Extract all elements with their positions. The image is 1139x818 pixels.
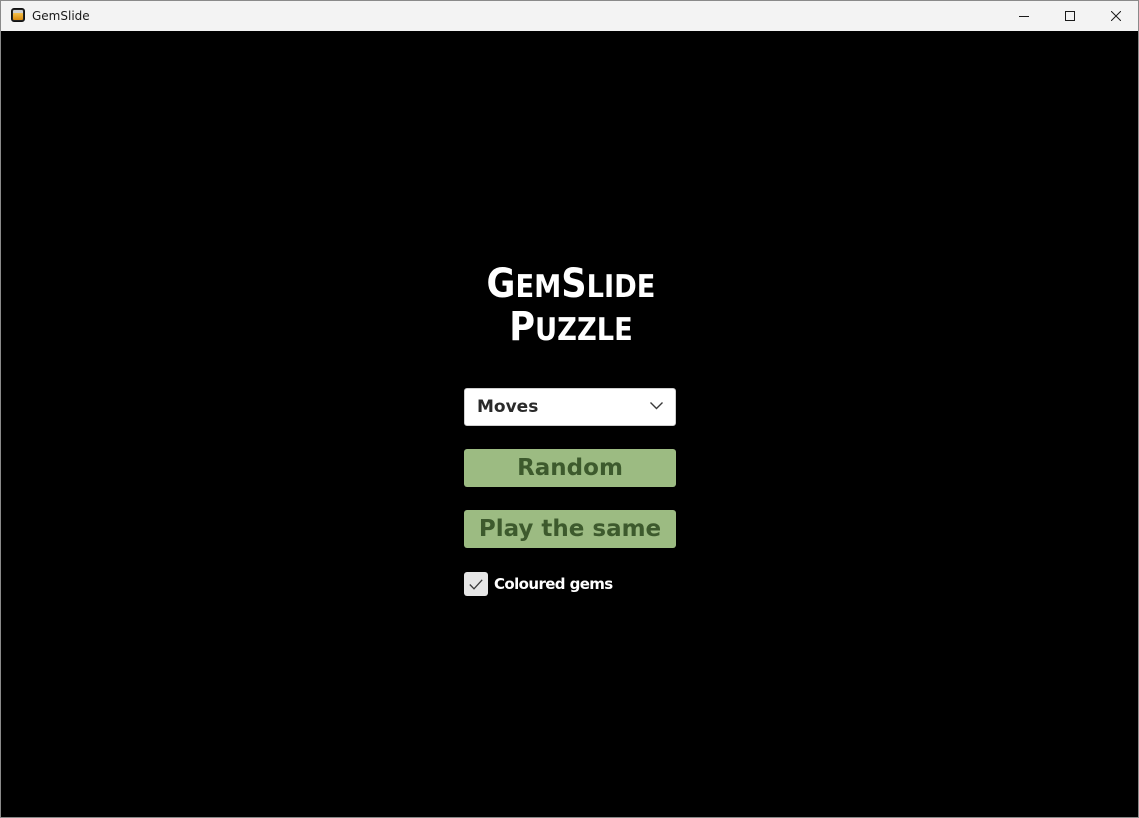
close-button[interactable]	[1093, 1, 1138, 31]
maximize-button[interactable]	[1047, 1, 1093, 31]
logo-line-1: GEMSLIDE	[486, 261, 656, 307]
random-button[interactable]: Random	[464, 449, 676, 487]
window-title: GemSlide	[32, 9, 90, 23]
app-window: GemSlide GEMSLIDE PUZZLE Moves Random Pl…	[0, 0, 1139, 818]
mode-select-value: Moves	[477, 397, 539, 417]
minimize-icon	[1019, 16, 1029, 17]
game-logo: GEMSLIDE PUZZLE	[467, 264, 675, 350]
title-bar[interactable]: GemSlide	[1, 1, 1138, 31]
chevron-down-icon	[650, 402, 663, 410]
minimize-button[interactable]	[1001, 1, 1047, 31]
logo-line-2: PUZZLE	[509, 304, 633, 350]
play-same-button[interactable]: Play the same	[464, 510, 676, 548]
close-icon	[1111, 11, 1121, 21]
game-menu: GEMSLIDE PUZZLE Moves Random Play the sa…	[1, 31, 1138, 817]
coloured-gems-label: Coloured gems	[494, 575, 613, 593]
coloured-gems-option[interactable]: Coloured gems	[464, 572, 613, 596]
maximize-icon	[1065, 11, 1075, 21]
coloured-gems-checkbox[interactable]	[464, 572, 488, 596]
checkmark-icon	[469, 578, 483, 590]
gemslide-app-icon	[11, 8, 25, 22]
mode-select[interactable]: Moves	[464, 388, 676, 426]
